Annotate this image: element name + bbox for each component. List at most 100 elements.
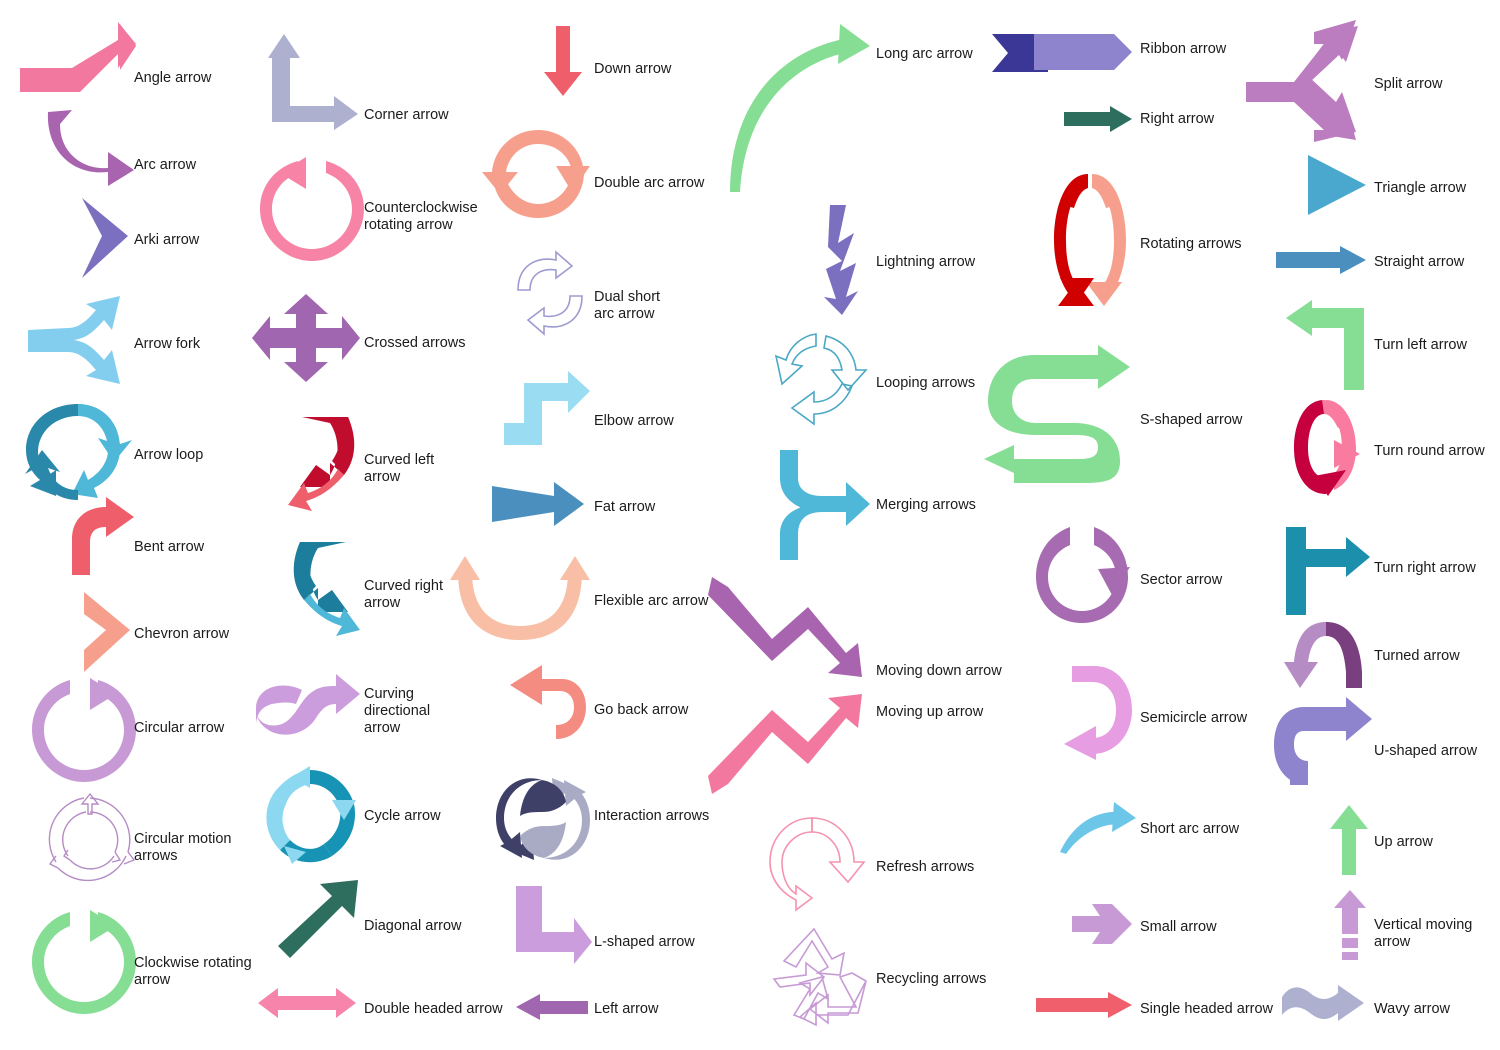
- down-arrow-icon[interactable]: [538, 24, 592, 100]
- label-fat-arrow: Fat arrow: [594, 499, 656, 515]
- recycling-arrows-icon[interactable]: [770, 923, 870, 1027]
- s-shaped-arrow-icon[interactable]: [978, 343, 1136, 487]
- lightning-arrow-icon[interactable]: [816, 203, 872, 317]
- sector-arrow-icon[interactable]: [1036, 525, 1136, 625]
- label-elbow-arrow: Elbow arrow: [594, 413, 674, 429]
- label-flexible-arc-arrow: Flexible arc arrow: [594, 593, 709, 609]
- label-wavy-arrow: Wavy arrow: [1374, 1001, 1450, 1017]
- label-circular-arrow: Circular arrow: [134, 720, 225, 736]
- go-back-arrow-icon[interactable]: [506, 663, 592, 747]
- label-curved-left-arrow: Curved left arrow: [364, 452, 435, 485]
- label-lightning-arrow: Lightning arrow: [876, 254, 976, 270]
- label-corner-arrow: Corner arrow: [364, 107, 449, 123]
- merging-arrows-icon[interactable]: [776, 448, 872, 562]
- straight-arrow-icon[interactable]: [1274, 244, 1370, 276]
- split-arrow-icon[interactable]: [1246, 20, 1372, 142]
- double-headed-arrow-icon[interactable]: [256, 986, 360, 1020]
- curved-left-arrow-icon[interactable]: [286, 413, 366, 515]
- label-counterclockwise-rotating-arrow: Counterclockwise rotating arrow: [364, 200, 478, 233]
- left-arrow-icon[interactable]: [514, 994, 590, 1022]
- turned-arrow-icon[interactable]: [1284, 618, 1372, 692]
- turn-round-arrow-icon[interactable]: [1290, 396, 1372, 500]
- label-arrow-loop: Arrow loop: [134, 447, 204, 463]
- label-triangle-arrow: Triangle arrow: [1374, 180, 1467, 196]
- refresh-arrows-icon[interactable]: [766, 810, 870, 912]
- label-split-arrow: Split arrow: [1374, 76, 1443, 92]
- fat-arrow-icon[interactable]: [490, 478, 590, 530]
- label-left-arrow: Left arrow: [594, 1001, 659, 1017]
- moving-down-arrow-icon[interactable]: [706, 573, 872, 685]
- label-clockwise-rotating-arrow: Clockwise rotating arrow: [134, 955, 252, 988]
- short-arc-arrow-icon[interactable]: [1058, 800, 1138, 856]
- diagonal-arrow-icon[interactable]: [274, 878, 366, 962]
- moving-up-arrow-icon[interactable]: [706, 688, 872, 800]
- turn-left-arrow-icon[interactable]: [1284, 296, 1372, 392]
- double-arc-arrow-icon[interactable]: [482, 126, 590, 228]
- dual-short-arc-arrow-icon[interactable]: [508, 250, 592, 336]
- label-long-arc-arrow: Long arc arrow: [876, 46, 973, 62]
- corner-arrow-icon[interactable]: [256, 30, 362, 130]
- label-single-headed-arrow: Single headed arrow: [1140, 1001, 1274, 1017]
- label-diagonal-arrow: Diagonal arrow: [364, 918, 462, 934]
- looping-arrows-icon[interactable]: [770, 328, 870, 430]
- right-arrow-icon[interactable]: [1062, 104, 1134, 134]
- arrow-fork-icon[interactable]: [28, 288, 138, 392]
- arrow-loop-icon[interactable]: [22, 400, 136, 504]
- label-moving-up-arrow: Moving up arrow: [876, 704, 984, 720]
- single-headed-arrow-icon[interactable]: [1034, 991, 1136, 1019]
- label-double-headed-arrow: Double headed arrow: [364, 1001, 503, 1017]
- label-refresh-arrows: Refresh arrows: [876, 859, 975, 875]
- semicircle-arrow-icon[interactable]: [1062, 660, 1138, 764]
- clockwise-rotating-arrow-icon[interactable]: [32, 910, 138, 1014]
- label-l-shaped-arrow: L-shaped arrow: [594, 934, 695, 950]
- crossed-arrows-icon[interactable]: [252, 288, 360, 392]
- curved-right-arrow-icon[interactable]: [288, 538, 366, 638]
- circular-arrow-icon[interactable]: [32, 678, 138, 782]
- vertical-moving-arrow-icon[interactable]: [1330, 888, 1372, 964]
- label-bent-arrow: Bent arrow: [134, 539, 205, 555]
- arc-arrow-icon[interactable]: [44, 108, 138, 188]
- label-circular-motion-arrows: Circular motion arrows: [134, 831, 232, 864]
- label-arki-arrow: Arki arrow: [134, 232, 200, 248]
- cycle-arrow-icon[interactable]: [260, 766, 360, 866]
- arki-arrow-icon[interactable]: [76, 198, 136, 278]
- angle-arrow-icon[interactable]: [18, 22, 138, 96]
- label-straight-arrow: Straight arrow: [1374, 254, 1465, 270]
- label-moving-down-arrow: Moving down arrow: [876, 663, 1002, 679]
- label-small-arrow: Small arrow: [1140, 919, 1217, 935]
- ribbon-arrow-icon[interactable]: [990, 28, 1134, 78]
- label-dual-short-arc-arrow: Dual short arc arrow: [594, 289, 661, 322]
- long-arc-arrow-icon[interactable]: [726, 20, 872, 196]
- label-double-arc-arrow: Double arc arrow: [594, 175, 705, 191]
- label-arc-arrow: Arc arrow: [134, 157, 197, 173]
- bent-arrow-icon[interactable]: [64, 497, 138, 577]
- interaction-arrows-icon[interactable]: [496, 776, 590, 862]
- wavy-arrow-icon[interactable]: [1280, 983, 1372, 1023]
- triangle-arrow-icon[interactable]: [1304, 153, 1370, 219]
- label-short-arc-arrow: Short arc arrow: [1140, 821, 1240, 837]
- circular-motion-arrows-icon[interactable]: [42, 790, 138, 890]
- label-u-shaped-arrow: U-shaped arrow: [1374, 743, 1478, 759]
- small-arrow-icon[interactable]: [1070, 900, 1136, 948]
- counterclockwise-rotating-arrow-icon[interactable]: [258, 155, 364, 267]
- l-shaped-arrow-icon[interactable]: [502, 884, 592, 966]
- elbow-arrow-icon[interactable]: [502, 371, 592, 449]
- label-interaction-arrows: Interaction arrows: [594, 808, 710, 824]
- label-ribbon-arrow: Ribbon arrow: [1140, 41, 1227, 57]
- rotating-arrows-icon[interactable]: [1040, 170, 1140, 310]
- u-shaped-arrow-icon[interactable]: [1274, 697, 1372, 787]
- label-up-arrow: Up arrow: [1374, 834, 1433, 850]
- label-recycling-arrows: Recycling arrows: [876, 971, 987, 987]
- label-right-arrow: Right arrow: [1140, 111, 1215, 127]
- chevron-arrow-icon[interactable]: [76, 592, 136, 672]
- label-angle-arrow: Angle arrow: [134, 70, 212, 86]
- flexible-arc-arrow-icon[interactable]: [450, 556, 592, 642]
- label-looping-arrows: Looping arrows: [876, 375, 976, 391]
- curving-directional-arrow-icon[interactable]: [256, 668, 364, 742]
- label-merging-arrows: Merging arrows: [876, 497, 976, 513]
- label-turn-right-arrow: Turn right arrow: [1374, 560, 1476, 576]
- up-arrow-icon[interactable]: [1326, 803, 1374, 877]
- label-curving-directional-arrow: Curving directional arrow: [364, 686, 431, 736]
- label-go-back-arrow: Go back arrow: [594, 702, 689, 718]
- turn-right-arrow-icon[interactable]: [1284, 523, 1372, 617]
